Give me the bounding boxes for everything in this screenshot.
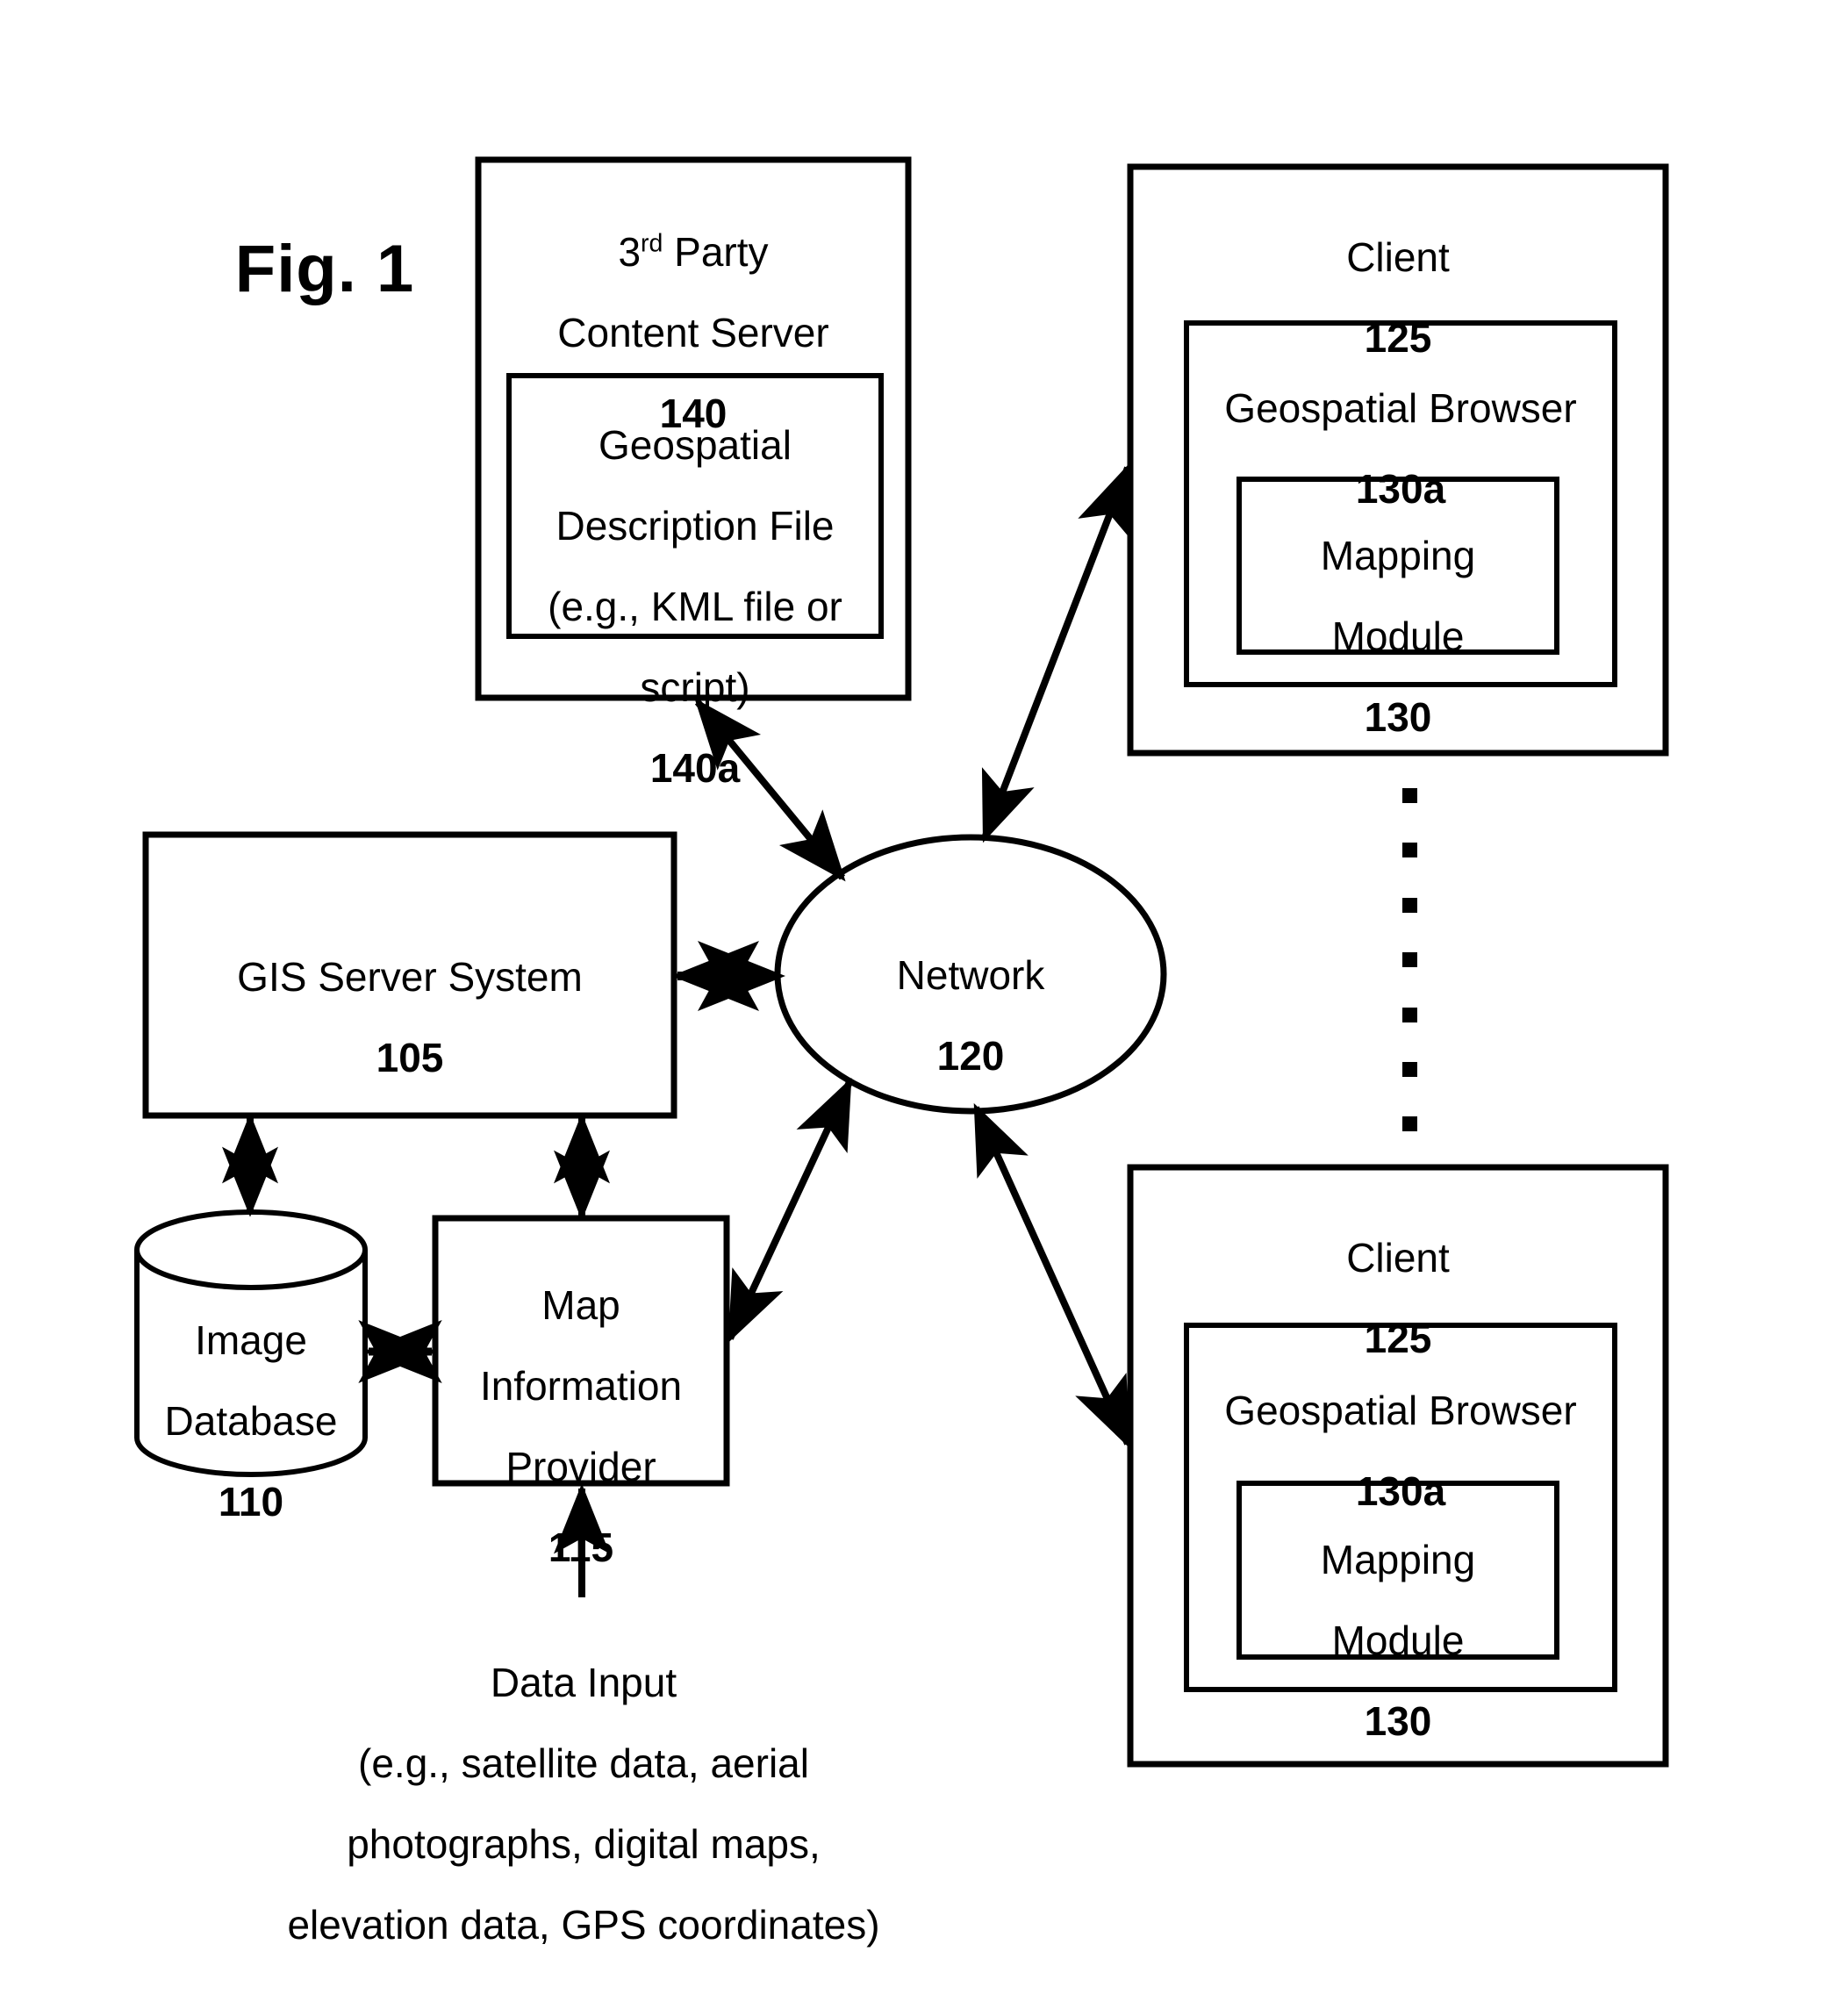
image-database-line1: Image xyxy=(195,1316,307,1363)
gdf-ref: 140a xyxy=(649,744,741,791)
patent-figure-page: Fig. 1 3rd Party Content Server 140 Geos… xyxy=(0,0,1835,2016)
map-information-provider-line1: Map xyxy=(541,1281,620,1328)
gdf-line2: Description File xyxy=(556,502,835,549)
data-input-line2: (e.g., satellite data, aerial xyxy=(358,1740,809,1786)
map-information-provider-ref: 115 xyxy=(548,1524,614,1570)
gdf-line4: script) xyxy=(640,664,750,710)
network-text: Network 120 xyxy=(795,918,1146,1113)
arrow-map-information-provider-network xyxy=(727,1077,853,1344)
third-party-content-server-title-line2: Content Server xyxy=(557,309,829,355)
map-information-provider-line2: Information xyxy=(479,1362,683,1409)
gis-server-system-title: GIS Server System xyxy=(237,953,583,1000)
geospatial-browser-top-title: Geospatial Browser xyxy=(1224,384,1577,431)
mapping-module-top-line2: Module xyxy=(1331,613,1465,659)
image-database-ref: 110 xyxy=(218,1478,284,1525)
data-input-line3: photographs, digital maps, xyxy=(347,1820,821,1867)
network-ref: 120 xyxy=(936,1032,1005,1079)
image-database-text: Image Database 110 xyxy=(139,1283,363,1559)
mapping-module-top-line1: Mapping xyxy=(1320,532,1476,578)
gis-server-system-text: GIS Server System 105 xyxy=(149,920,670,1115)
figure-label: Fig. 1 xyxy=(234,232,415,306)
gis-server-system-ref: 105 xyxy=(376,1034,444,1080)
client-bottom-title: Client xyxy=(1346,1234,1450,1281)
image-database-line2: Database xyxy=(164,1397,338,1444)
mapping-module-top-ref: 130 xyxy=(1364,693,1432,740)
map-information-provider-text: Map Information Provider 115 xyxy=(423,1248,739,1604)
data-input-caption: Data Input (e.g., satellite data, aerial… xyxy=(237,1625,930,1982)
arrow-network-client-bottom xyxy=(972,1102,1131,1449)
client-ellipsis-dots xyxy=(1402,788,1417,1131)
gdf-line3: (e.g., KML file or xyxy=(548,583,842,629)
map-information-provider-line3: Provider xyxy=(505,1443,656,1489)
client-top-title: Client xyxy=(1346,233,1450,280)
arrow-network-client-top xyxy=(981,463,1131,843)
data-input-line1: Data Input xyxy=(490,1659,677,1705)
ordinal-superscript: rd xyxy=(641,229,663,258)
mapping-module-bottom-text: Mapping Module 130 xyxy=(1243,1503,1553,1778)
mapping-module-bottom-line2: Module xyxy=(1331,1617,1465,1663)
mapping-module-bottom-line1: Mapping xyxy=(1320,1536,1476,1582)
network-title: Network xyxy=(896,951,1045,998)
geospatial-description-file-text: Geospatial Description File (e.g., KML f… xyxy=(512,388,878,825)
mapping-module-top-text: Mapping Module 130 xyxy=(1243,499,1553,774)
gdf-line1: Geospatial xyxy=(599,421,792,468)
geospatial-browser-bottom-title: Geospatial Browser xyxy=(1224,1387,1577,1433)
mapping-module-bottom-ref: 130 xyxy=(1364,1697,1432,1744)
data-input-line4: elevation data, GPS coordinates) xyxy=(287,1901,880,1948)
